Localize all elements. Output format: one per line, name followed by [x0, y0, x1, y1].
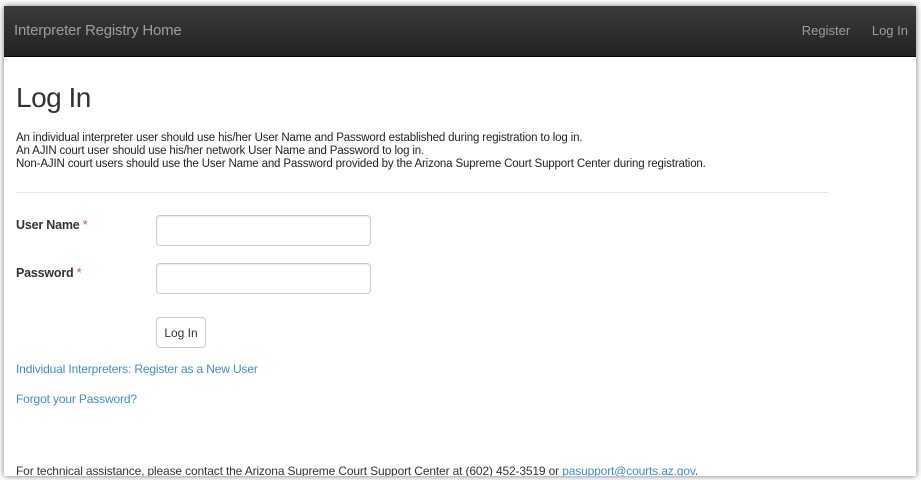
forgot-password-link[interactable]: Forgot your Password?	[16, 392, 137, 406]
password-label: Password *	[16, 266, 82, 280]
nav-links: Register Log In	[784, 23, 908, 38]
login-button[interactable]: Log In	[156, 317, 206, 348]
main-content: Log In An individual interpreter user sh…	[16, 56, 916, 476]
technical-assistance-footer: For technical assistance, please contact…	[16, 464, 698, 476]
username-input[interactable]	[156, 215, 371, 246]
support-email-link[interactable]: pasupport@courts.az.gov	[562, 464, 695, 476]
brand-link[interactable]: Interpreter Registry Home	[14, 22, 182, 39]
top-navbar: Interpreter Registry Home Register Log I…	[4, 6, 916, 57]
divider	[16, 192, 828, 193]
intro-line-3: Non-AJIN court users should use the User…	[16, 158, 706, 170]
register-new-user-link[interactable]: Individual Interpreters: Register as a N…	[16, 362, 258, 376]
username-label: User Name *	[16, 218, 88, 232]
username-label-text: User Name	[16, 218, 80, 232]
register-nav-link[interactable]: Register	[802, 23, 850, 38]
required-marker: *	[76, 266, 82, 280]
footer-period: .	[694, 464, 698, 476]
browser-viewport: Interpreter Registry Home Register Log I…	[4, 6, 916, 476]
intro-text: An individual interpreter user should us…	[16, 132, 856, 171]
login-nav-link[interactable]: Log In	[872, 23, 908, 38]
password-input[interactable]	[156, 263, 371, 294]
footer-text: For technical assistance, please contact…	[16, 464, 563, 476]
required-marker: *	[82, 218, 88, 232]
intro-line-1: An individual interpreter user should us…	[16, 132, 583, 144]
intro-line-2: An AJIN court user should use his/her ne…	[16, 145, 425, 157]
password-label-text: Password	[16, 266, 74, 280]
page-title: Log In	[16, 82, 91, 113]
